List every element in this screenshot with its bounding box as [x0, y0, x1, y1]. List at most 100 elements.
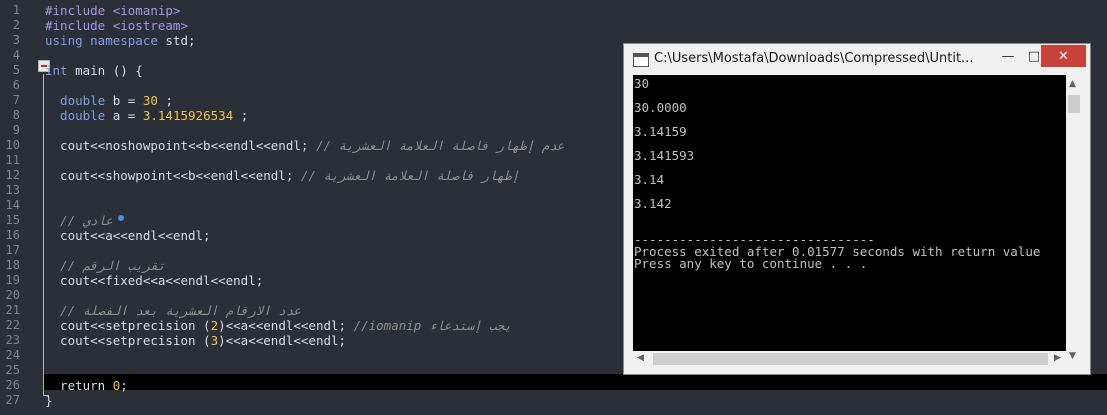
minimize-icon[interactable]: —	[995, 45, 1021, 67]
console-line: 3.14	[634, 172, 665, 187]
console-app-icon	[633, 53, 649, 67]
line-number: 25	[5, 363, 20, 377]
code-token: 3	[210, 333, 219, 348]
current-line-highlight	[44, 374, 1107, 390]
code-token: // تقريب الرقم	[45, 258, 166, 273]
close-icon[interactable]: ✕	[1041, 45, 1086, 67]
console-line: Press any key to continue . . .	[634, 256, 868, 271]
scroll-right-icon[interactable]: ▶	[1054, 353, 1061, 363]
line-number: 16	[5, 228, 20, 242]
line-number: 24	[5, 348, 20, 362]
line-number: 5	[12, 63, 20, 77]
code-line[interactable]: double b = 30 ;	[45, 93, 173, 108]
code-token: // عدد الارقام العشرية بعد الفصلة	[45, 303, 301, 318]
line-number: 8	[12, 108, 20, 122]
code-line[interactable]: #include <iomanip>	[45, 3, 180, 18]
line-number: 27	[5, 393, 20, 407]
code-line[interactable]: // عادي	[45, 213, 113, 228]
code-line[interactable]: cout<<a<<endl<<endl;	[45, 228, 211, 243]
code-token: cout<<noshowpoint<<b<<endl<<endl;	[45, 138, 316, 153]
console-window[interactable]: C:\Users\Mostafa\Downloads\Compressed\Un…	[623, 43, 1091, 375]
horizontal-scroll-thumb[interactable]	[653, 353, 1048, 365]
line-number: 23	[5, 333, 20, 347]
line-number: 4	[12, 48, 20, 62]
code-token: )<<a<<endl<<endl;	[218, 318, 354, 333]
line-number: 6	[12, 78, 20, 92]
code-token: // إظهار فاصلة العلامة العشرية	[300, 168, 520, 183]
console-titlebar[interactable]: C:\Users\Mostafa\Downloads\Compressed\Un…	[624, 44, 1090, 75]
code-line[interactable]: cout<<fixed<<a<<endl<<endl;	[45, 273, 263, 288]
scroll-down-icon[interactable]: ▼	[1069, 351, 1076, 361]
code-line[interactable]: cout<<noshowpoint<<b<<endl<<endl; // عدم…	[45, 138, 564, 153]
line-number: 22	[5, 318, 20, 332]
scroll-left-icon[interactable]: ◀	[637, 353, 644, 363]
code-token: 2	[210, 318, 219, 333]
line-number: 2	[12, 18, 20, 32]
line-number: 12	[5, 168, 20, 182]
line-number: 13	[5, 183, 20, 197]
line-number: 20	[5, 288, 20, 302]
line-number-gutter: 1 2 3 4 5 6 7 8 9 10 11 12 13 14 15 16 17 18 19 20 21 22 23 24 2…	[0, 0, 40, 415]
code-token: using namespace	[45, 33, 166, 48]
code-token: a =	[105, 108, 143, 123]
line-number: 19	[5, 273, 20, 287]
line-number: 14	[5, 198, 20, 212]
code-token: main () {	[67, 63, 143, 78]
code-line[interactable]: double a = 3.1415926534 ;	[45, 108, 248, 123]
code-token: cout<<a<<endl<<endl;	[45, 228, 211, 243]
code-line[interactable]: int main () {	[45, 63, 143, 78]
code-line[interactable]: cout<<setprecision (3)<<a<<endl<<endl;	[45, 333, 346, 348]
code-line[interactable]: cout<<showpoint<<b<<endl<<endl; // إظهار…	[45, 168, 519, 183]
code-line[interactable]: using namespace std;	[45, 33, 196, 48]
code-token: cout<<fixed<<a<<endl<<endl;	[45, 273, 264, 288]
line-number: 9	[12, 123, 20, 137]
console-line: 30.0000	[634, 100, 687, 115]
code-line[interactable]: // عدد الارقام العشرية بعد الفصلة	[45, 303, 301, 318]
code-token: ;	[233, 108, 249, 123]
console-output[interactable]: 30 30.0000 3.14159 3.141593 3.14 3.142 -------…	[633, 75, 1066, 366]
vertical-scroll-thumb[interactable]	[1068, 95, 1080, 113]
code-token: int	[45, 63, 68, 78]
code-token: cout<<setprecision (	[45, 333, 211, 348]
scroll-up-icon[interactable]: ▲	[1069, 79, 1076, 89]
console-title: C:\Users\Mostafa\Downloads\Compressed\Un…	[654, 51, 974, 66]
console-line: 30	[634, 76, 650, 91]
code-token: #include <iomanip>	[45, 3, 181, 18]
code-line[interactable]: return 0;	[45, 378, 128, 393]
code-token: 30	[142, 93, 158, 108]
line-number: 7	[12, 93, 20, 107]
code-line[interactable]: #include <iostream>	[45, 18, 188, 33]
code-token: // عدم إظهار فاصلة العلامة العشرية	[315, 138, 565, 153]
line-number: 10	[5, 138, 20, 152]
code-token: b =	[105, 93, 143, 108]
line-number: 17	[5, 243, 20, 257]
text-cursor	[118, 215, 124, 221]
horizontal-scrollbar[interactable]: ◀ ▶	[633, 351, 1066, 367]
code-token: cout<<setprecision (	[45, 318, 211, 333]
line-number: 21	[5, 303, 20, 317]
code-token: 3.1415926534	[142, 108, 234, 123]
code-token: #include <iostream>	[45, 18, 188, 33]
code-token: ;	[120, 378, 128, 393]
code-token: double	[45, 108, 106, 123]
code-token: ;	[157, 93, 173, 108]
line-number: 18	[5, 258, 20, 272]
code-token: double	[45, 93, 106, 108]
code-token: }	[45, 393, 53, 408]
line-number: 11	[5, 153, 20, 167]
console-line: 3.142	[634, 196, 672, 211]
code-line[interactable]: cout<<setprecision (2)<<a<<endl<<endl; /…	[45, 318, 512, 333]
code-token: )<<a<<endl<<endl;	[218, 333, 347, 348]
console-line: 3.141593	[634, 148, 695, 163]
code-token: cout<<showpoint<<b<<endl<<endl;	[45, 168, 301, 183]
code-line[interactable]: // تقريب الرقم	[45, 258, 165, 273]
line-number: 15	[5, 213, 20, 227]
code-line[interactable]: }	[45, 393, 53, 408]
line-number: 3	[12, 33, 20, 47]
line-number: 26	[5, 378, 20, 392]
line-number: 1	[12, 3, 20, 17]
code-token: return	[45, 378, 113, 393]
fold-guide	[43, 74, 44, 396]
vertical-scrollbar[interactable]: ▲ ▼	[1066, 75, 1082, 366]
code-token: //iomanip يجب إستدعاء	[353, 318, 512, 333]
